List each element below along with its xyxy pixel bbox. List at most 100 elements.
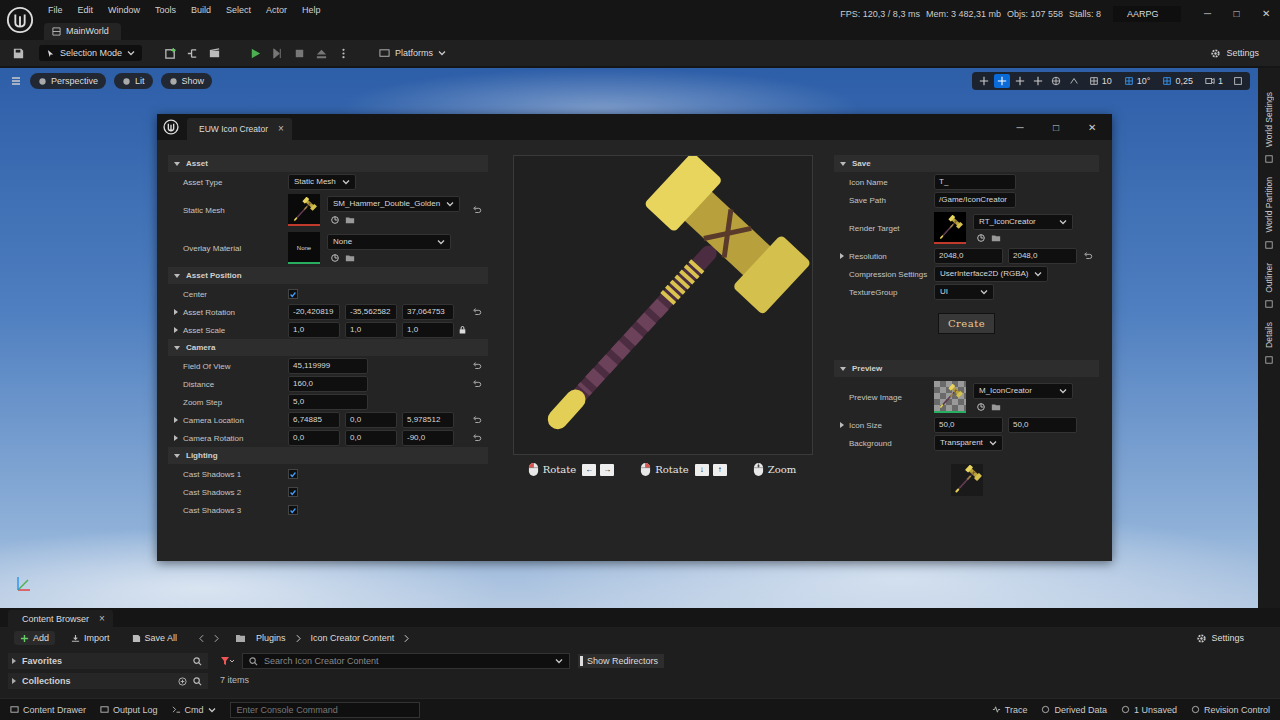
section-header[interactable]: Camera (168, 339, 488, 356)
more-options-icon[interactable] (337, 47, 350, 60)
use-selected-icon[interactable] (976, 402, 986, 412)
settings-button[interactable]: Settings (1190, 631, 1250, 646)
eject-icon[interactable] (315, 47, 328, 60)
menu-item[interactable]: File (48, 5, 63, 15)
side-tab[interactable]: World Partition (1264, 177, 1274, 249)
viewport-view-button[interactable]: Perspective (30, 73, 106, 89)
reset-arrow-icon[interactable] (472, 205, 482, 215)
side-tab[interactable]: World Settings (1264, 92, 1274, 163)
dropdown[interactable]: UI (934, 284, 994, 300)
window-control[interactable]: ─ (1193, 6, 1222, 19)
asset-dropdown[interactable]: M_IconCreator (973, 383, 1073, 399)
number-field[interactable]: 5,978512 (402, 412, 454, 428)
console-input[interactable]: Enter Console Command (230, 702, 420, 718)
text-field[interactable]: T_ (934, 174, 1016, 190)
asset-thumbnail[interactable] (288, 194, 320, 226)
show-redirectors-toggle[interactable]: Show Redirectors (578, 654, 664, 668)
browse-folder-icon[interactable] (345, 215, 355, 225)
breadcrumb[interactable]: Icon Creator Content (311, 633, 395, 643)
window-control[interactable]: ✕ (1078, 122, 1106, 133)
asset-dropdown[interactable]: SM_Hammer_Double_Golden (327, 196, 460, 212)
console-type-button[interactable]: Cmd (172, 705, 216, 715)
level-tab[interactable]: MainWorld (44, 23, 121, 40)
content-browser-button[interactable]: Add (14, 631, 55, 645)
window-control[interactable]: □ (1042, 122, 1070, 133)
add-collection-icon[interactable] (178, 677, 187, 686)
maximize-viewport-button[interactable] (1230, 74, 1246, 88)
create-button[interactable]: Create (938, 313, 995, 334)
status-button[interactable]: Output Log (100, 705, 158, 715)
status-button[interactable]: Derived Data (1041, 705, 1107, 715)
transform-tool[interactable] (976, 74, 992, 88)
number-field[interactable]: 2048,0 (1008, 248, 1077, 264)
expand-arrow-icon[interactable] (174, 435, 178, 441)
number-field[interactable]: 1,0 (288, 322, 340, 338)
close-tab-button[interactable]: × (99, 613, 105, 624)
asset-thumbnail[interactable] (934, 381, 966, 413)
text-field[interactable]: 45,119999 (288, 358, 368, 374)
filter-icon[interactable] (220, 656, 234, 666)
content-browser-tab[interactable]: Content Browser× (8, 610, 113, 627)
add-content-icon[interactable] (164, 47, 177, 60)
checkbox[interactable] (288, 505, 298, 515)
window-control[interactable]: □ (1222, 6, 1251, 19)
menu-item[interactable]: Actor (266, 5, 287, 15)
asset-thumbnail[interactable] (934, 212, 966, 244)
content-browser-button[interactable]: Save All (126, 631, 184, 645)
breadcrumb-separator-icon[interactable] (296, 634, 301, 643)
window-tab[interactable]: EUW Icon Creator× (187, 118, 292, 140)
settings-button[interactable]: Settings (1203, 45, 1266, 62)
number-field[interactable]: 6,74885 (288, 412, 340, 428)
number-field[interactable]: 1,0 (402, 322, 454, 338)
browse-folder-icon[interactable] (991, 402, 1001, 412)
snap-toggle[interactable]: 10° (1119, 76, 1156, 86)
menu-item[interactable]: Help (302, 5, 321, 15)
checkbox[interactable] (288, 469, 298, 479)
window-control[interactable]: ─ (1006, 122, 1034, 133)
asset-dropdown[interactable]: None (327, 234, 451, 250)
viewport-scene[interactable]: Perspective Lit Show 10 10° 0,25 1 EUW Ico… (0, 68, 1258, 608)
snap-toggle[interactable]: 10 (1084, 76, 1117, 86)
search-icon[interactable] (193, 677, 202, 686)
use-selected-icon[interactable] (330, 215, 340, 225)
status-button[interactable]: 1 Unsaved (1121, 705, 1177, 715)
status-button[interactable]: Revision Control (1191, 705, 1270, 715)
number-field[interactable]: -90,0 (402, 430, 454, 446)
search-field[interactable]: Search Icon Creator Content (242, 653, 570, 669)
dropdown[interactable]: Static Mesh (288, 174, 356, 190)
number-field[interactable]: 1,0 (345, 322, 397, 338)
checkbox[interactable] (288, 289, 298, 299)
stop-icon[interactable] (293, 47, 306, 60)
number-field[interactable]: 2048,0 (934, 248, 1003, 264)
number-field[interactable]: 50,0 (934, 417, 1003, 433)
dropdown[interactable]: Transparent (934, 435, 1003, 451)
reset-arrow-icon[interactable] (472, 361, 482, 371)
selection-mode-button[interactable]: Selection Mode (39, 45, 142, 61)
viewport-view-button[interactable]: Lit (114, 73, 153, 89)
browse-folder-icon[interactable] (345, 253, 355, 263)
checkbox[interactable] (288, 487, 298, 497)
expand-arrow-icon[interactable] (174, 417, 178, 423)
window-control[interactable]: ✕ (1251, 6, 1280, 19)
menu-item[interactable]: Edit (78, 5, 94, 15)
window-title-bar[interactable]: EUW Icon Creator× ─ □ ✕ (157, 114, 1112, 140)
icon-creator-window[interactable]: EUW Icon Creator× ─□✕ Asset Asset Type S… (157, 114, 1112, 561)
sources-section[interactable]: Collections (8, 673, 208, 689)
camera-speed-button[interactable]: 1 (1200, 76, 1228, 86)
snap-toggle[interactable]: 0,25 (1157, 76, 1198, 86)
number-field[interactable]: -35,562582 (345, 304, 397, 320)
cinematics-icon[interactable] (208, 47, 221, 60)
reset-arrow-icon[interactable] (472, 307, 482, 317)
menu-item[interactable]: Select (226, 5, 251, 15)
expand-arrow-icon[interactable] (840, 253, 844, 259)
expand-arrow-icon[interactable] (174, 327, 178, 333)
expand-arrow-icon[interactable] (174, 309, 178, 315)
viewport-view-button[interactable]: Show (161, 73, 213, 89)
reset-arrow-icon[interactable] (472, 433, 482, 443)
status-button[interactable]: Content Drawer (10, 705, 86, 715)
section-header[interactable]: Asset Position (168, 267, 488, 284)
asset-dropdown[interactable]: RT_IconCreator (973, 214, 1073, 230)
menu-item[interactable]: Window (108, 5, 140, 15)
reset-arrow-icon[interactable] (1083, 251, 1093, 261)
section-header[interactable]: Lighting (168, 447, 488, 464)
